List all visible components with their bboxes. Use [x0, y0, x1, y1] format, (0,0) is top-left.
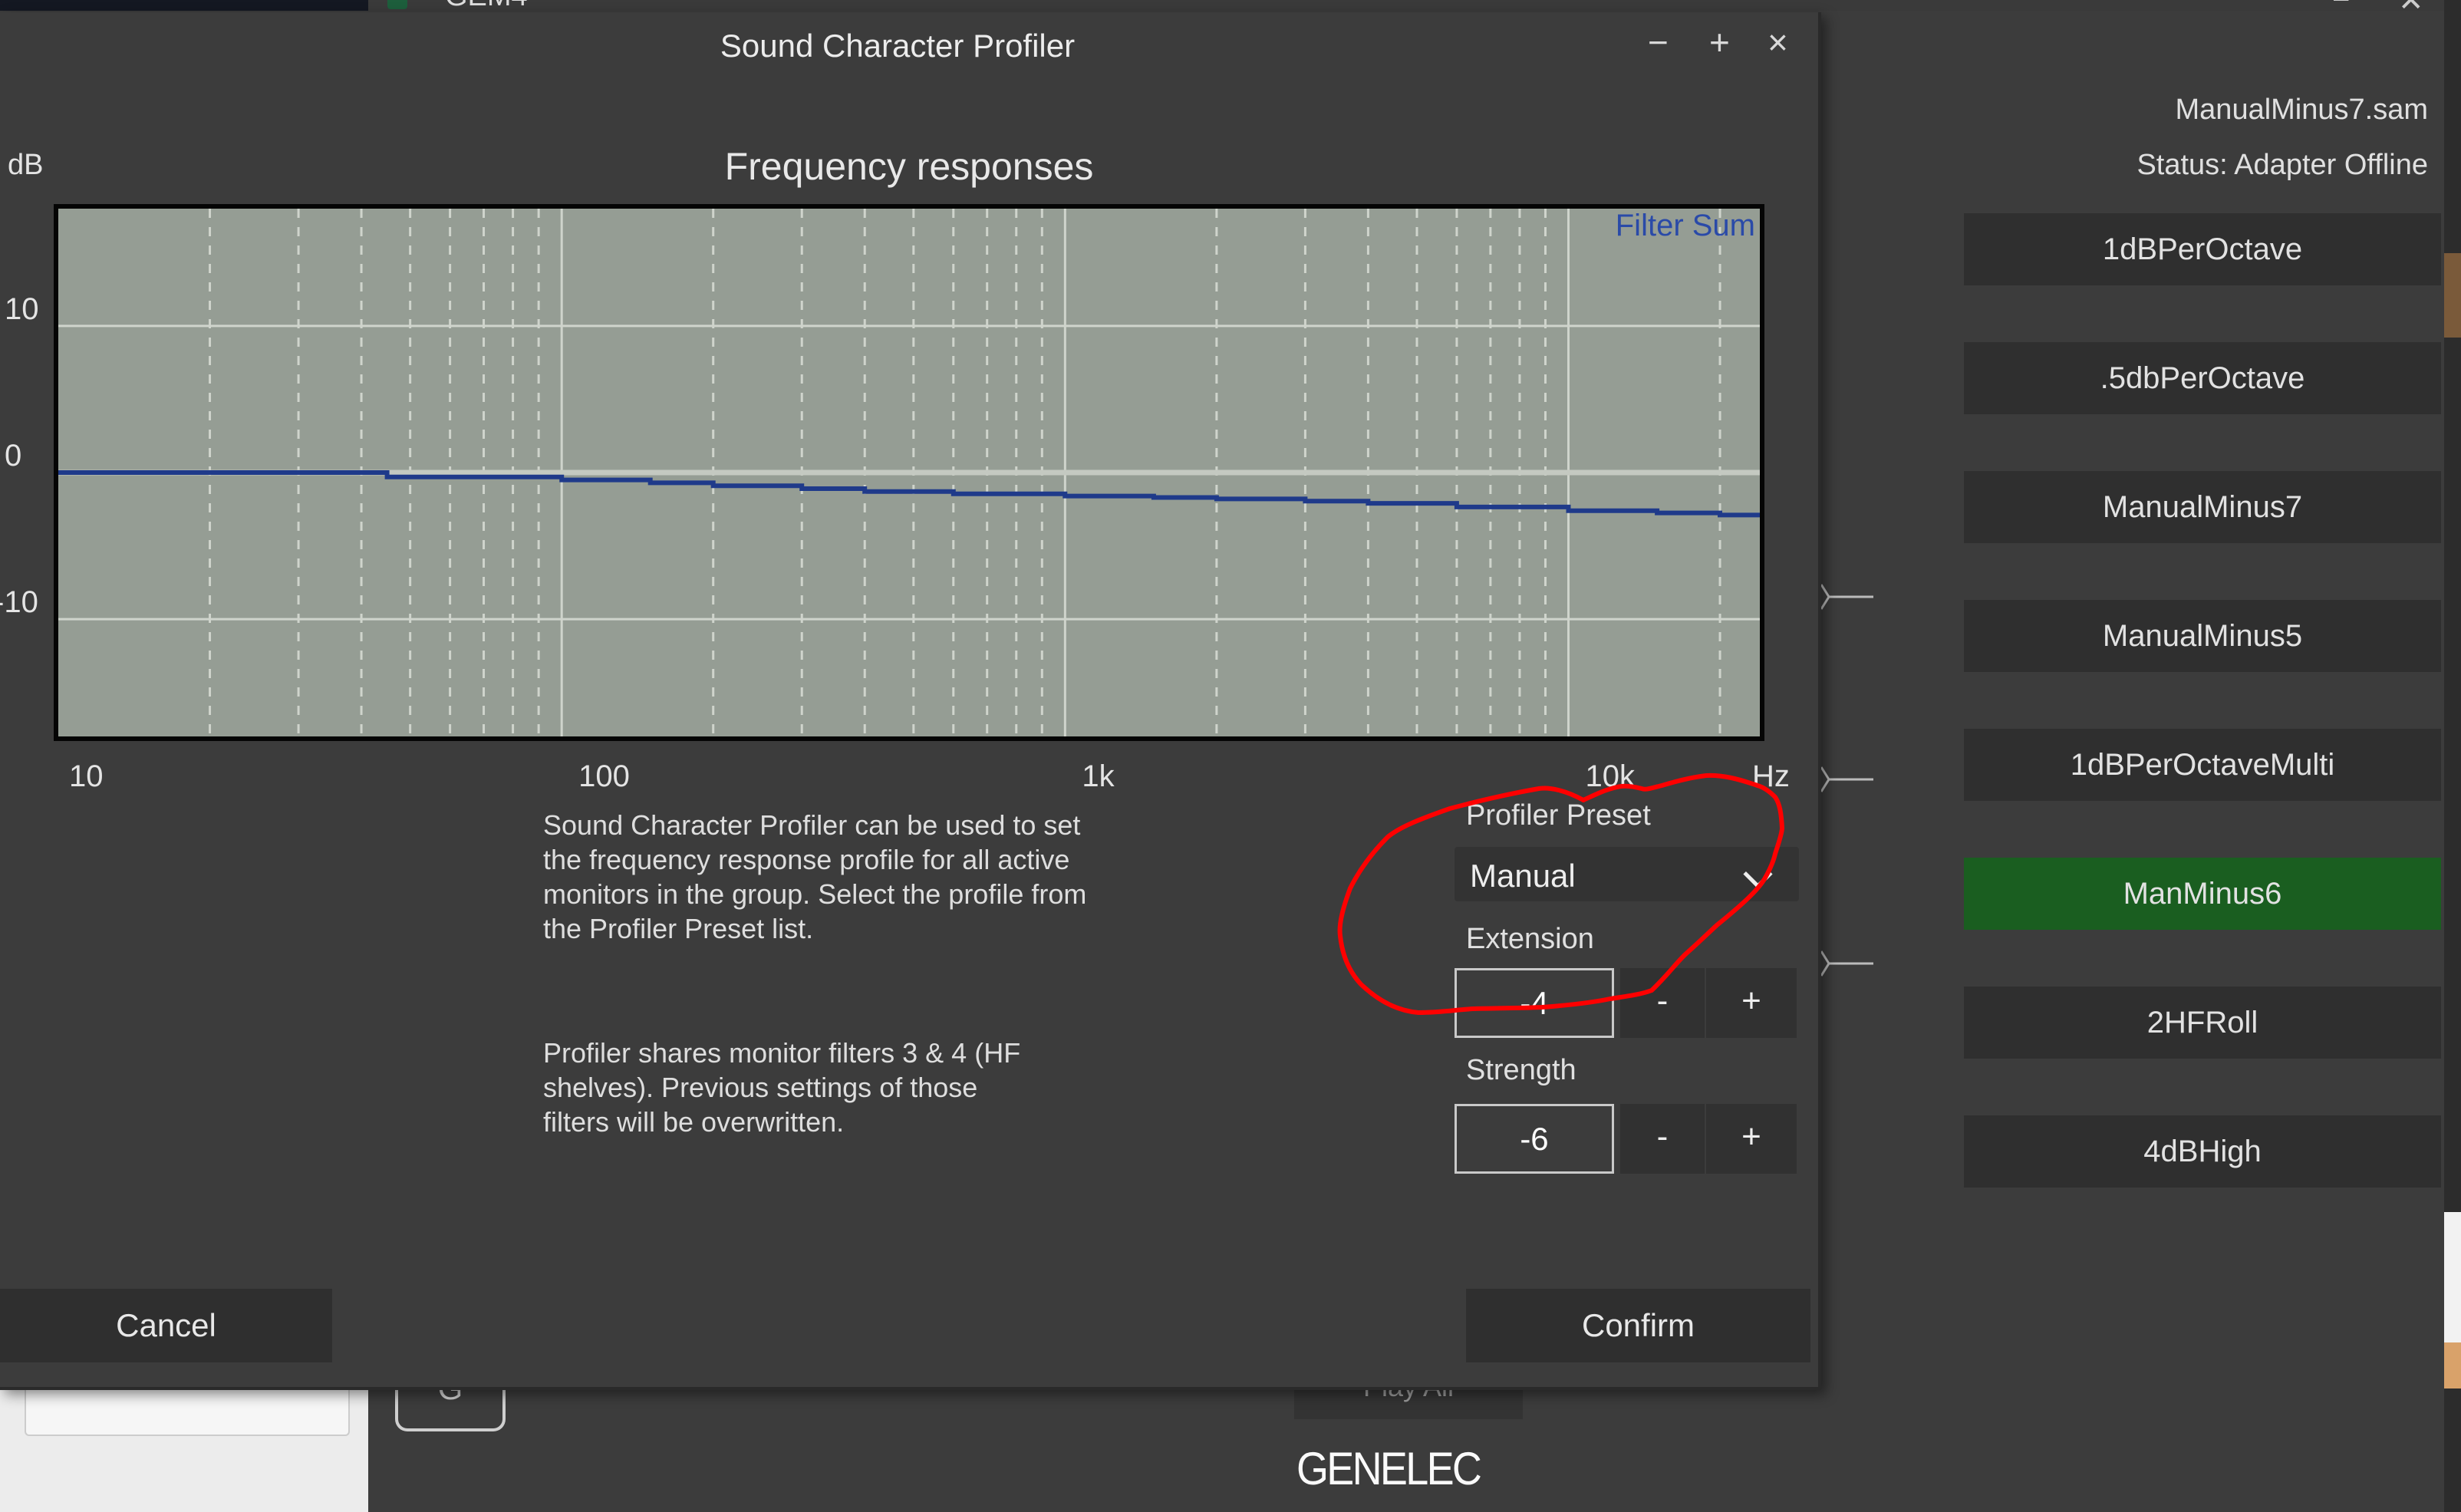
file-name: ManualMinus7.sam: [2175, 94, 2428, 126]
y-tick-label: 0: [5, 439, 22, 473]
x-tick-label: 100: [578, 759, 630, 793]
strength-decrement-button[interactable]: -: [1620, 1104, 1705, 1174]
chart-plot-area: [58, 209, 1760, 736]
extension-decrement-button[interactable]: -: [1620, 968, 1705, 1038]
app-close-icon[interactable]: ✕: [2398, 0, 2424, 18]
background-input[interactable]: [25, 1388, 350, 1436]
extension-input[interactable]: -4: [1455, 968, 1614, 1038]
preset-button[interactable]: .5dbPerOctave: [1964, 342, 2441, 414]
preset-button[interactable]: 1dBPerOctaveMulti: [1964, 729, 2441, 801]
close-button[interactable]: ×: [1768, 21, 1788, 63]
frequency-response-chart: Filter Sum: [54, 204, 1764, 741]
chart-title: Frequency responses: [724, 145, 1094, 188]
strength-increment-button[interactable]: +: [1706, 1104, 1797, 1174]
gem-app-icon: [387, 0, 407, 9]
background-window-strip: [0, 0, 368, 11]
app-minimize-icon[interactable]: −: [2332, 0, 2350, 18]
x-axis-unit: Hz: [1752, 759, 1790, 793]
preset-button[interactable]: ManualMinus7: [1964, 471, 2441, 543]
x-tick-label: 10k: [1585, 759, 1636, 793]
legend-filter-sum: Filter Sum: [1615, 209, 1755, 242]
preset-button[interactable]: 4dBHigh: [1964, 1115, 2441, 1188]
description-text: Sound Character Profiler can be used to …: [543, 809, 1087, 944]
connector-chevron-icon: [1820, 766, 1873, 792]
extension-label: Extension: [1466, 923, 1594, 955]
filter-warning-text: Profiler shares monitor filters 3 & 4 (H…: [543, 1037, 1021, 1138]
background-tab-title: GEM4: [445, 0, 528, 13]
profiler-preset-value: Manual: [1470, 858, 1576, 894]
preset-button[interactable]: 1dBPerOctave: [1964, 213, 2441, 285]
chevron-down-icon: [1743, 859, 1773, 889]
background-tab-bar: [368, 0, 2455, 11]
connector-chevron-icon: [1820, 950, 1873, 977]
y-tick-label: -10: [0, 585, 38, 620]
extension-increment-button[interactable]: +: [1706, 968, 1797, 1038]
genelec-logo: GENELEC: [1296, 1443, 1482, 1494]
maximize-button[interactable]: +: [1709, 21, 1730, 63]
filter-sum-line: [58, 470, 1760, 518]
strength-label: Strength: [1466, 1054, 1576, 1086]
connector-chevron-icon: [1820, 584, 1873, 610]
x-tick-label: 10: [69, 759, 104, 793]
dialog-title: Sound Character Profiler: [720, 28, 1076, 64]
y-tick-label: 10: [5, 292, 39, 326]
profiler-preset-label: Profiler Preset: [1466, 799, 1651, 832]
confirm-button[interactable]: Confirm: [1466, 1289, 1810, 1362]
preset-button[interactable]: ManualMinus5: [1964, 600, 2441, 672]
minimize-button[interactable]: −: [1648, 21, 1669, 63]
preset-button[interactable]: ManMinus6: [1964, 858, 2441, 930]
x-tick-label: 1k: [1082, 759, 1115, 793]
connection-status: Status: Adapter Offline: [2136, 149, 2428, 181]
cancel-button[interactable]: Cancel: [0, 1289, 332, 1362]
strength-input[interactable]: -6: [1455, 1104, 1614, 1174]
profiler-preset-dropdown[interactable]: Manual: [1455, 847, 1799, 901]
preset-button[interactable]: 2HFRoll: [1964, 987, 2441, 1059]
play-all-button[interactable]: Play All: [1294, 1387, 1523, 1419]
right-edge-window: [2444, 0, 2461, 1512]
